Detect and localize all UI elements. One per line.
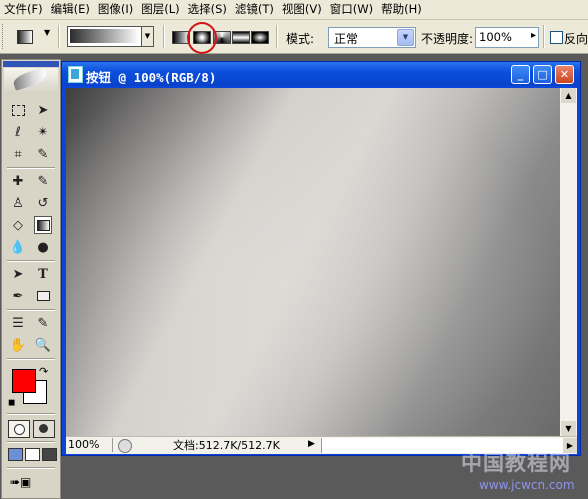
circle-icon: [39, 424, 48, 433]
eraser-tool-icon[interactable]: ◇: [9, 216, 27, 234]
separator: [276, 25, 278, 48]
chevron-down-icon[interactable]: ▼: [141, 27, 153, 46]
menu-layer[interactable]: 图层(L): [137, 0, 183, 19]
magic-wand-tool-icon[interactable]: ✴: [34, 123, 52, 141]
opacity-label: 不透明度:: [421, 32, 474, 46]
hand-tool-icon[interactable]: ✋: [9, 336, 27, 354]
vertical-scrollbar[interactable]: ▲ ▼: [560, 88, 577, 436]
highlight-circle: [187, 22, 217, 54]
scroll-up-icon[interactable]: ▲: [561, 88, 576, 103]
menu-view[interactable]: 视图(V): [278, 0, 326, 19]
full-screen-menu-mode-button[interactable]: [25, 448, 40, 461]
separator: [163, 25, 165, 48]
eyedropper-tool-icon[interactable]: ✎: [34, 314, 52, 332]
separator: [58, 25, 60, 48]
document-title-bar[interactable]: 按钮 @ 100%(RGB/8) _ □ ✕: [62, 62, 580, 86]
mode-select[interactable]: 正常 ▼: [328, 27, 416, 48]
feather-icon: [11, 67, 49, 91]
menu-window[interactable]: 窗口(W): [326, 0, 377, 19]
mode-value: 正常: [334, 32, 359, 46]
minimize-button[interactable]: _: [511, 65, 530, 84]
menu-select[interactable]: 选择(S): [184, 0, 231, 19]
scroll-down-icon[interactable]: ▼: [561, 421, 576, 436]
options-bar-grip[interactable]: [2, 24, 6, 49]
adobe-online-button[interactable]: [4, 67, 58, 94]
reverse-label: 反向: [564, 32, 588, 46]
options-bar: ▼ ▼ 模式: 正常 ▼ 不透明度: 100% ▸ 反向: [0, 20, 588, 54]
menu-help[interactable]: 帮助(H): [377, 0, 426, 19]
blur-tool-icon[interactable]: 💧: [9, 238, 27, 256]
opacity-field[interactable]: 100% ▸: [475, 27, 539, 48]
lasso-tool-icon[interactable]: ℓ: [9, 123, 27, 141]
chevron-right-icon[interactable]: ▸: [531, 30, 536, 41]
swap-colors-icon[interactable]: ↷: [39, 365, 48, 378]
toolbox-separator: [7, 309, 55, 311]
watermark: 中国教程网 www.jcwcn.com: [461, 447, 586, 497]
move-tool-icon[interactable]: ➤: [34, 101, 52, 119]
crop-tool-icon[interactable]: ⌗: [9, 145, 27, 163]
separator: [543, 25, 545, 48]
jump-to-imageready-button[interactable]: ➠▣: [10, 475, 52, 492]
gradient-swatch[interactable]: [70, 29, 139, 43]
foreground-color-swatch[interactable]: [12, 369, 36, 393]
reflected-gradient-button[interactable]: [232, 31, 250, 44]
standard-mode-button[interactable]: [8, 420, 30, 438]
toolbox-title-bar[interactable]: [3, 61, 59, 67]
circle-icon: [14, 424, 25, 435]
toolbox-separator: [7, 358, 55, 360]
document-icon: [68, 66, 83, 83]
watermark-title: 中国教程网: [461, 450, 571, 475]
dodge-tool-icon[interactable]: ●: [34, 238, 52, 256]
chevron-down-icon[interactable]: ▼: [44, 28, 50, 37]
toolbox-separator: [7, 260, 55, 262]
toolbox-separator: [7, 441, 55, 443]
gradient-tool-icon[interactable]: [34, 216, 52, 234]
gradient-tool-icon: [17, 30, 33, 44]
document-size: 文档:512.7K/512.7K: [173, 439, 280, 452]
mode-label: 模式:: [286, 32, 315, 46]
marquee-tool-icon[interactable]: [9, 101, 27, 119]
maximize-button[interactable]: □: [533, 65, 552, 84]
rectangle-shape-tool-icon[interactable]: [34, 287, 52, 305]
reverse-checkbox[interactable]: [550, 31, 563, 44]
quick-mask-button[interactable]: [33, 420, 55, 438]
zoom-tool-icon[interactable]: 🔍: [34, 336, 52, 354]
document-window: 按钮 @ 100%(RGB/8) _ □ ✕ ▲ ▼ 100% 文档:512.7…: [61, 61, 581, 456]
menu-edit[interactable]: 编辑(E): [47, 0, 94, 19]
image-canvas[interactable]: [66, 88, 560, 436]
menu-file[interactable]: 文件(F): [0, 0, 47, 19]
close-button[interactable]: ✕: [555, 65, 574, 84]
toolbox: ➤ ℓ ✴ ⌗ ✎ ✚ ✎ ♙ ↺ ◇ 💧 ● ➤ T ✒ ☰ ✎ ✋ 🔍 ↷ …: [1, 59, 61, 499]
gradient-picker[interactable]: ▼: [67, 26, 154, 47]
toolbox-separator: [7, 413, 55, 415]
path-selection-tool-icon[interactable]: ➤: [9, 265, 27, 283]
default-colors-icon[interactable]: ◼: [8, 398, 15, 408]
toolbox-separator: [7, 167, 55, 169]
type-tool-icon[interactable]: T: [34, 265, 52, 283]
history-brush-tool-icon[interactable]: ↺: [34, 194, 52, 212]
diamond-gradient-button[interactable]: [251, 31, 269, 44]
healing-brush-tool-icon[interactable]: ✚: [9, 172, 27, 190]
menu-filter[interactable]: 滤镜(T): [231, 0, 278, 19]
status-menu-arrow-icon[interactable]: ▶: [308, 439, 315, 449]
watermark-url: www.jcwcn.com: [479, 478, 575, 492]
status-icon: [118, 439, 132, 453]
standard-screen-mode-button[interactable]: [8, 448, 23, 461]
zoom-field[interactable]: 100%: [66, 438, 113, 452]
full-screen-mode-button[interactable]: [42, 448, 57, 461]
chevron-down-icon[interactable]: ▼: [397, 29, 414, 46]
tool-preset-picker[interactable]: [14, 28, 36, 45]
notes-tool-icon[interactable]: ☰: [9, 314, 27, 332]
menu-image[interactable]: 图像(I): [94, 0, 137, 19]
toolbox-separator: [7, 467, 55, 469]
menu-bar: 文件(F) 编辑(E) 图像(I) 图层(L) 选择(S) 滤镜(T) 视图(V…: [0, 0, 588, 20]
document-title: 按钮 @ 100%(RGB/8): [86, 70, 217, 85]
clone-stamp-tool-icon[interactable]: ♙: [9, 194, 27, 212]
slice-tool-icon[interactable]: ✎: [34, 145, 52, 163]
pen-tool-icon[interactable]: ✒: [9, 287, 27, 305]
opacity-value: 100%: [479, 30, 512, 44]
brush-tool-icon[interactable]: ✎: [34, 172, 52, 190]
